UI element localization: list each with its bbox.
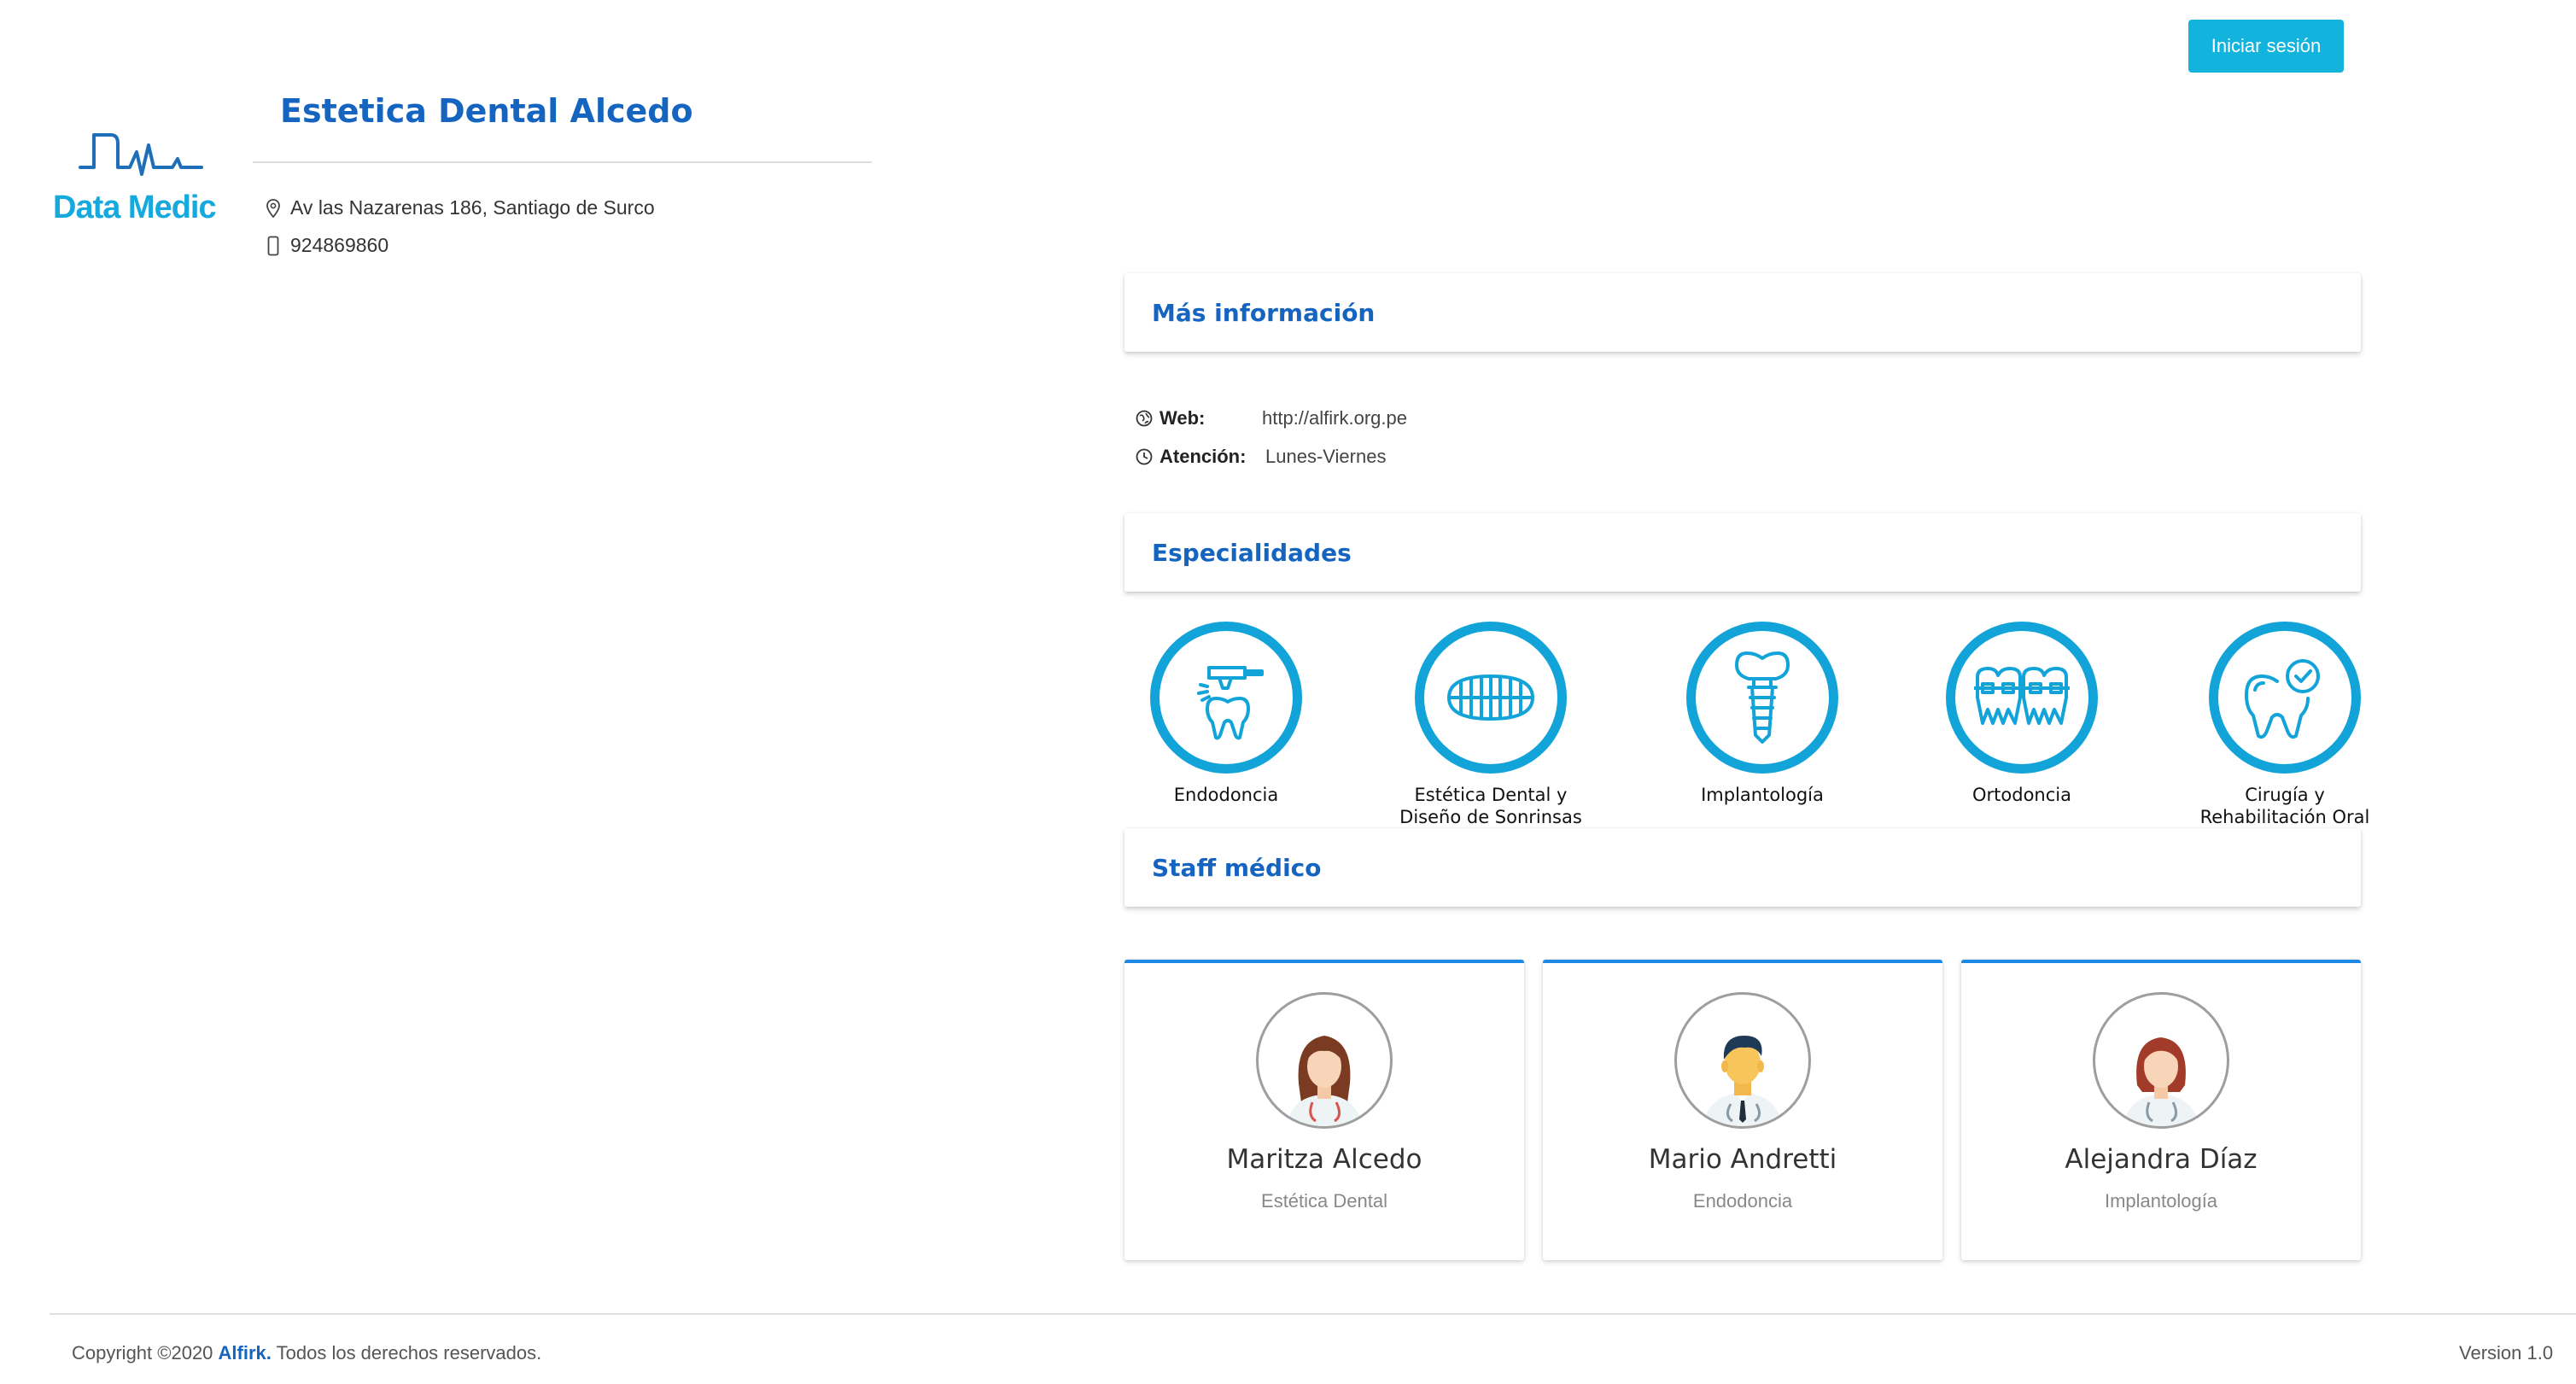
footer-version: Version 1.0 xyxy=(2459,1342,2554,1364)
web-link[interactable]: http://alfirk.org.pe xyxy=(1262,407,1407,429)
staff-section: Staff médico xyxy=(1124,828,2361,907)
specialty-label-line2: Diseño de Sonrinsas xyxy=(1399,807,1582,827)
phone-line: 924869860 xyxy=(265,234,388,257)
footer-copyright: Copyright ©2020 Alfirk. Todos los derech… xyxy=(72,1342,541,1364)
staff-card[interactable]: Mario Andretti Endodoncia xyxy=(1543,960,1942,1260)
address-text: Av las Nazarenas 186, Santiago de Surco xyxy=(290,196,655,219)
tooth-drill-icon xyxy=(1197,666,1264,740)
staff-specialty: Implantología xyxy=(2104,1190,2218,1212)
header-divider xyxy=(253,161,872,163)
female-doctor-avatar xyxy=(2093,992,2229,1129)
copyright-prefix: Copyright ©2020 xyxy=(72,1342,213,1364)
specialty-icon-ring xyxy=(2209,622,2361,774)
location-pin-icon xyxy=(265,197,282,219)
specialties-title: Especialidades xyxy=(1152,538,1352,567)
phone-text: 924869860 xyxy=(290,234,389,256)
specialty-label: Implantología xyxy=(1634,784,1890,806)
specialty-label-line1: Estética Dental y xyxy=(1414,785,1568,805)
tooth-check-icon xyxy=(2245,659,2320,739)
specialty-icon-ring xyxy=(1946,622,2098,774)
copyright-rights: Todos los derechos reservados. xyxy=(276,1342,542,1364)
mobile-phone-icon xyxy=(265,235,282,257)
specialty-estetica-dental[interactable]: Estética Dental y Diseño de Sonrinsas xyxy=(1363,622,1619,828)
female-doctor-avatar xyxy=(1256,992,1393,1129)
staff-specialty: Estética Dental xyxy=(1261,1190,1387,1212)
specialty-label-line1: Cirugía y xyxy=(2245,785,2325,805)
footer-divider xyxy=(50,1313,2576,1315)
address-line: Av las Nazarenas 186, Santiago de Surco xyxy=(265,196,655,219)
specialty-label: Cirugía y Rehabilitación Oral xyxy=(2157,784,2413,828)
attention-value: Lunes-Viernes xyxy=(1265,446,1387,467)
staff-specialty: Endodoncia xyxy=(1692,1190,1793,1212)
more-info-section: Más información xyxy=(1124,273,2361,352)
web-row: Web: http://alfirk.org.pe xyxy=(1136,407,1477,429)
footer-brand-link[interactable]: Alfirk. xyxy=(219,1342,272,1364)
specialty-label-line1: Implantología xyxy=(1701,785,1824,805)
specialty-ortodoncia[interactable]: Ortodoncia xyxy=(1894,622,2150,806)
teeth-smile-icon xyxy=(1447,674,1534,721)
specialty-label: Endodoncia xyxy=(1098,784,1354,806)
specialty-label: Ortodoncia xyxy=(1894,784,2150,806)
specialty-icon-ring xyxy=(1686,622,1838,774)
staff-card[interactable]: Maritza Alcedo Estética Dental xyxy=(1124,960,1524,1260)
specialty-cirugia[interactable]: Cirugía y Rehabilitación Oral xyxy=(2157,622,2413,828)
specialty-label-line1: Endodoncia xyxy=(1173,785,1279,805)
staff-name: Mario Andretti xyxy=(1648,1144,1837,1175)
specialties-section: Especialidades xyxy=(1124,513,2361,592)
braces-icon xyxy=(1974,667,2070,725)
specialty-icon-ring xyxy=(1415,622,1567,774)
data-medic-logo[interactable]: Data Medic xyxy=(53,128,232,226)
more-info-title: Más información xyxy=(1152,298,1376,327)
specialty-endodoncia[interactable]: Endodoncia xyxy=(1098,622,1354,806)
specialty-label-line1: Ortodoncia xyxy=(1972,785,2071,805)
clinic-name: Estetica Dental Alcedo xyxy=(280,92,693,130)
logo-text: Data Medic xyxy=(53,190,217,225)
attention-row: Atención: Lunes-Viernes xyxy=(1136,446,1477,468)
staff-title: Staff médico xyxy=(1152,853,1322,882)
globe-icon xyxy=(1136,410,1156,427)
web-label: Web: xyxy=(1159,407,1206,429)
specialty-icon-ring xyxy=(1150,622,1302,774)
heartbeat-logo-icon xyxy=(79,133,203,176)
login-button[interactable]: Iniciar sesión xyxy=(2188,20,2344,73)
specialty-label: Estética Dental y Diseño de Sonrinsas xyxy=(1363,784,1619,828)
dental-implant-icon xyxy=(1735,651,1790,744)
male-doctor-avatar xyxy=(1674,992,1811,1129)
staff-card[interactable]: Alejandra Díaz Implantología xyxy=(1961,960,2361,1260)
specialty-implantologia[interactable]: Implantología xyxy=(1634,622,1890,806)
staff-name: Maritza Alcedo xyxy=(1226,1144,1422,1175)
specialty-label-line2: Rehabilitación Oral xyxy=(2199,807,2370,827)
staff-name: Alejandra Díaz xyxy=(2065,1144,2258,1175)
clock-icon xyxy=(1136,448,1156,465)
attention-label: Atención: xyxy=(1159,446,1247,467)
